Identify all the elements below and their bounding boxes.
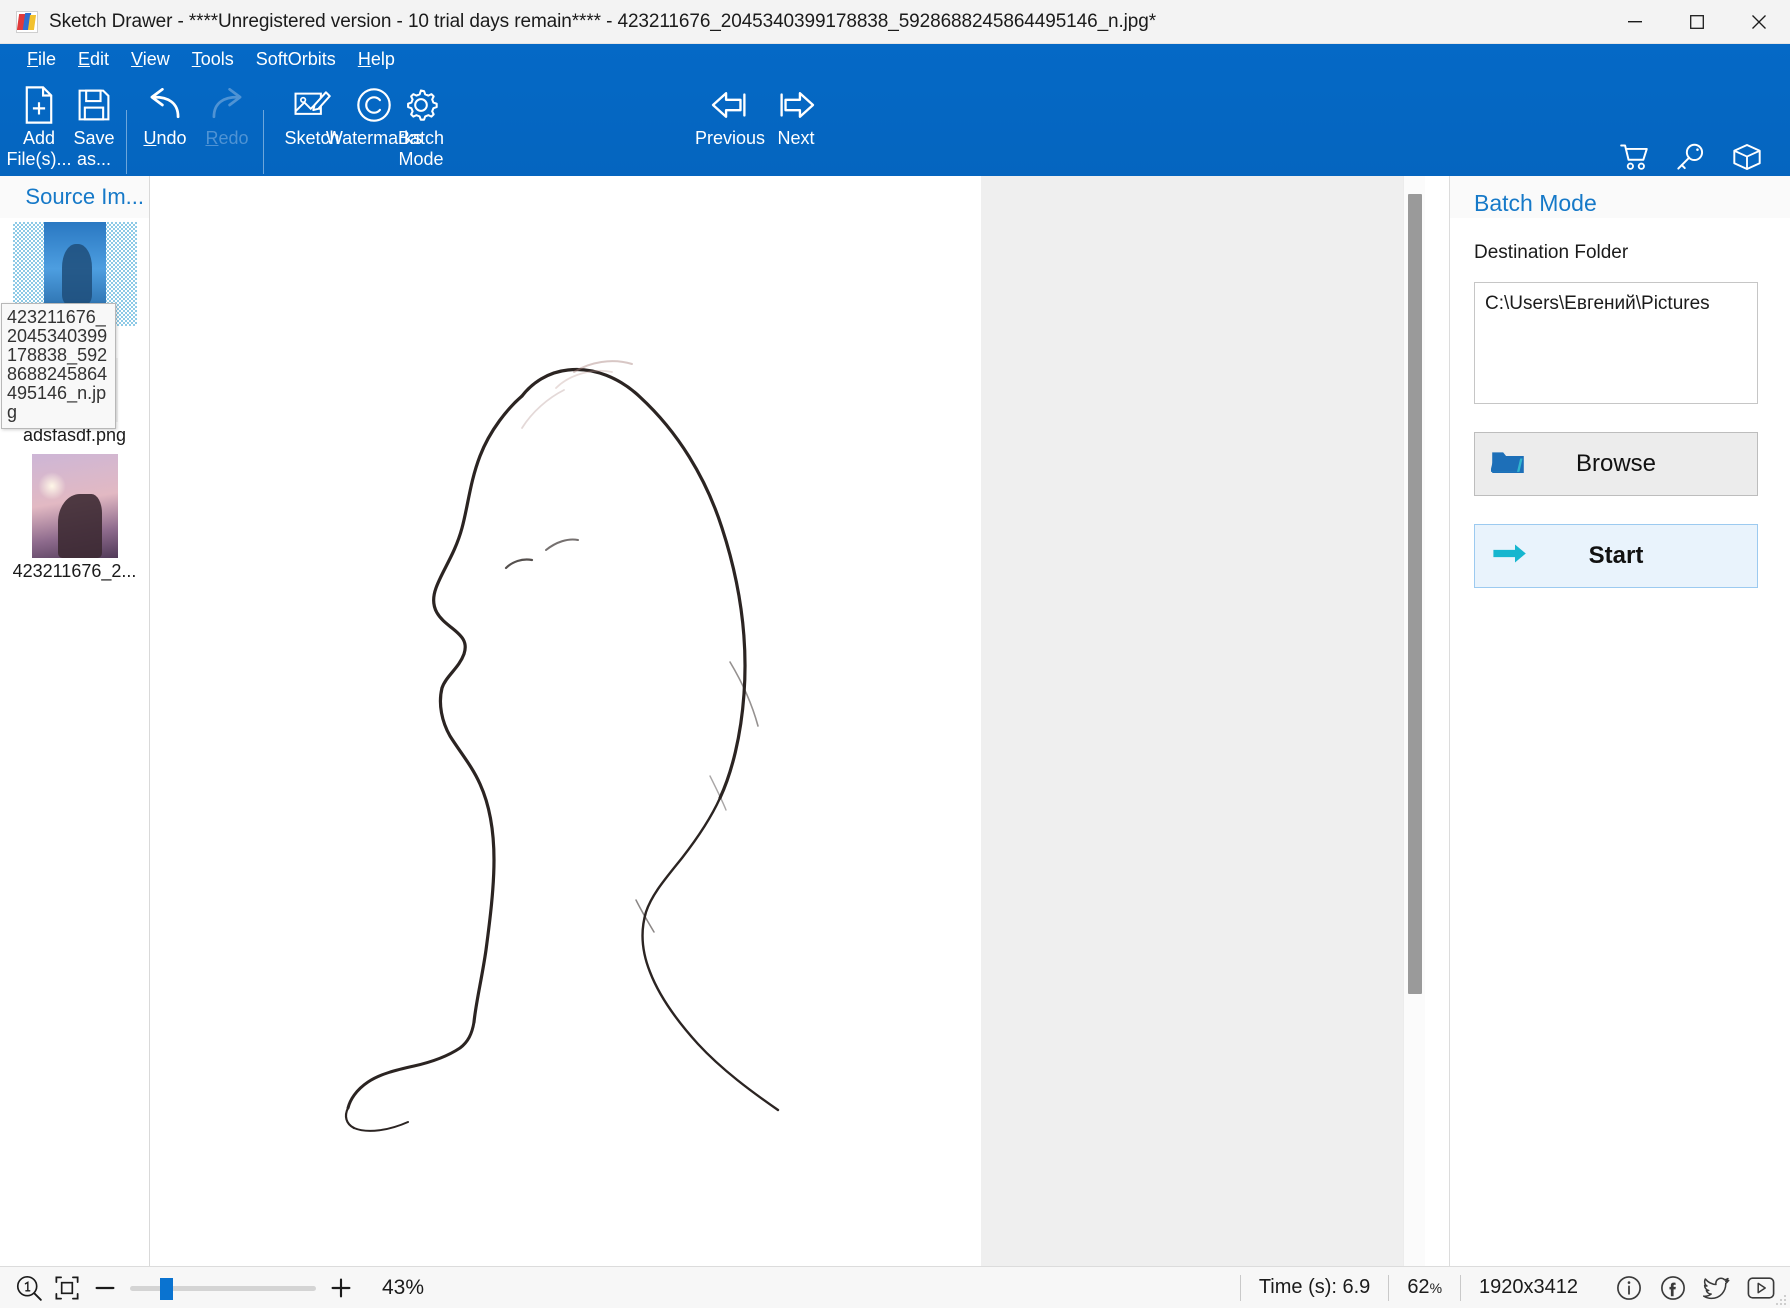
box-icon[interactable] — [1730, 140, 1764, 174]
batch-mode-panel: Batch Mode Destination Folder C:\Users\Е… — [1449, 176, 1790, 1266]
maximize-button[interactable] — [1666, 0, 1728, 44]
window-controls — [1604, 0, 1790, 44]
main-area: Source Im... x — [0, 176, 1790, 1266]
zoom-controls: 43% — [0, 1269, 424, 1307]
undo-label: Undo — [143, 128, 187, 148]
batch-mode-label: Batch Mode — [397, 128, 445, 169]
filename-tooltip: 423211676_2045340399178838_5928688245864… — [1, 303, 116, 429]
save-as-button[interactable]: Save as... — [68, 74, 120, 176]
status-right: Time (s): 6.9 62% 1920x3412 — [1239, 1267, 1790, 1308]
undo-button[interactable]: Undo — [134, 74, 196, 176]
ribbon-toolbar: File Edit View Tools SoftOrbits Help Add… — [0, 44, 1790, 176]
list-item[interactable]: 423211676_2... — [0, 450, 149, 586]
redo-icon — [206, 74, 248, 126]
menu-view[interactable]: View — [120, 47, 181, 72]
next-button[interactable]: Next — [748, 74, 844, 176]
close-button[interactable] — [1728, 0, 1790, 44]
save-as-label: Save as... — [73, 128, 115, 169]
key-icon[interactable] — [1674, 140, 1708, 174]
zoom-in-button[interactable] — [322, 1269, 360, 1307]
menu-tools[interactable]: Tools — [181, 47, 245, 72]
application-window: Sketch Drawer - ****Unregistered version… — [0, 0, 1790, 1308]
add-file-icon — [22, 74, 56, 126]
facebook-icon[interactable] — [1658, 1273, 1688, 1303]
slider-thumb[interactable] — [160, 1277, 173, 1300]
batch-mode-button[interactable]: Batch Mode — [389, 74, 453, 176]
image-dimensions: 1920x3412 — [1460, 1274, 1596, 1301]
social-links — [1596, 1273, 1776, 1303]
panel-title: Batch Mode — [1450, 176, 1790, 218]
app-icon — [16, 10, 38, 33]
scrollbar-thumb[interactable] — [1408, 194, 1422, 994]
save-icon — [77, 74, 111, 126]
zoom-percent-label: 43% — [382, 1275, 425, 1299]
youtube-icon[interactable] — [1746, 1273, 1776, 1303]
add-files-button[interactable]: Add File(s)... — [6, 74, 72, 176]
fit-to-window-icon[interactable] — [48, 1269, 86, 1307]
progress-status: 62% — [1388, 1274, 1460, 1301]
progress-percent-symbol: % — [1429, 1279, 1443, 1296]
arrow-right-icon — [1491, 542, 1527, 571]
time-status: Time (s): 6.9 — [1239, 1274, 1389, 1301]
menu-edit[interactable]: Edit — [67, 47, 120, 72]
menu-help[interactable]: Help — [347, 47, 406, 72]
title-bar: Sketch Drawer - ****Unregistered version… — [0, 0, 1790, 44]
undo-icon — [144, 74, 186, 126]
info-icon[interactable] — [1614, 1273, 1644, 1303]
folder-icon — [1490, 448, 1525, 481]
start-button[interactable]: Start — [1474, 524, 1758, 588]
redo-label: Redo — [205, 128, 249, 148]
toolbar-separator — [126, 110, 127, 174]
status-bar: 43% Time (s): 6.9 62% 1920x3412 — [0, 1266, 1790, 1308]
add-files-label: Add File(s)... — [6, 128, 72, 169]
resize-grip[interactable] — [1775, 1293, 1787, 1305]
slider-track — [130, 1285, 316, 1291]
source-images-sidebar: Source Im... x — [0, 176, 150, 1266]
sketch-page — [150, 176, 981, 1266]
thumbnail-image[interactable] — [31, 454, 118, 558]
zoom-actual-size-icon[interactable] — [10, 1269, 48, 1307]
thumbnail-label: 423211676_2... — [12, 561, 137, 581]
destination-folder-field[interactable]: C:\Users\Евгений\Pictures — [1474, 282, 1758, 404]
gear-icon — [402, 74, 440, 126]
zoom-out-button[interactable] — [86, 1269, 124, 1307]
menu-bar: File Edit View Tools SoftOrbits Help — [0, 44, 1790, 74]
tool-strip: Add File(s)... Save as... Undo Redo Sket… — [0, 74, 1790, 176]
arrow-left-icon — [709, 74, 751, 126]
image-canvas[interactable] — [150, 176, 1425, 1266]
twitter-icon[interactable] — [1702, 1273, 1732, 1303]
ribbon-right-icons — [1618, 140, 1764, 174]
destination-folder-label: Destination Folder — [1474, 242, 1629, 263]
next-label: Next — [777, 128, 815, 148]
sidebar-title: Source Im... — [0, 176, 149, 218]
menu-softorbits[interactable]: SoftOrbits — [245, 47, 347, 72]
browse-button[interactable]: Browse — [1474, 432, 1758, 496]
shopping-cart-icon[interactable] — [1618, 140, 1652, 174]
minimize-button[interactable] — [1604, 0, 1666, 44]
sketch-artwork — [344, 360, 780, 1132]
copyright-icon — [356, 74, 392, 126]
zoom-slider[interactable] — [130, 1269, 316, 1307]
menu-file[interactable]: File — [16, 47, 67, 72]
arrow-right-icon — [775, 74, 817, 126]
watermarks-button[interactable]: Watermarks — [249, 74, 422, 176]
window-title: Sketch Drawer - ****Unregistered version… — [49, 10, 1157, 32]
canvas-vertical-scrollbar[interactable] — [1403, 176, 1425, 1266]
progress-percent-value: 62 — [1407, 1276, 1430, 1298]
